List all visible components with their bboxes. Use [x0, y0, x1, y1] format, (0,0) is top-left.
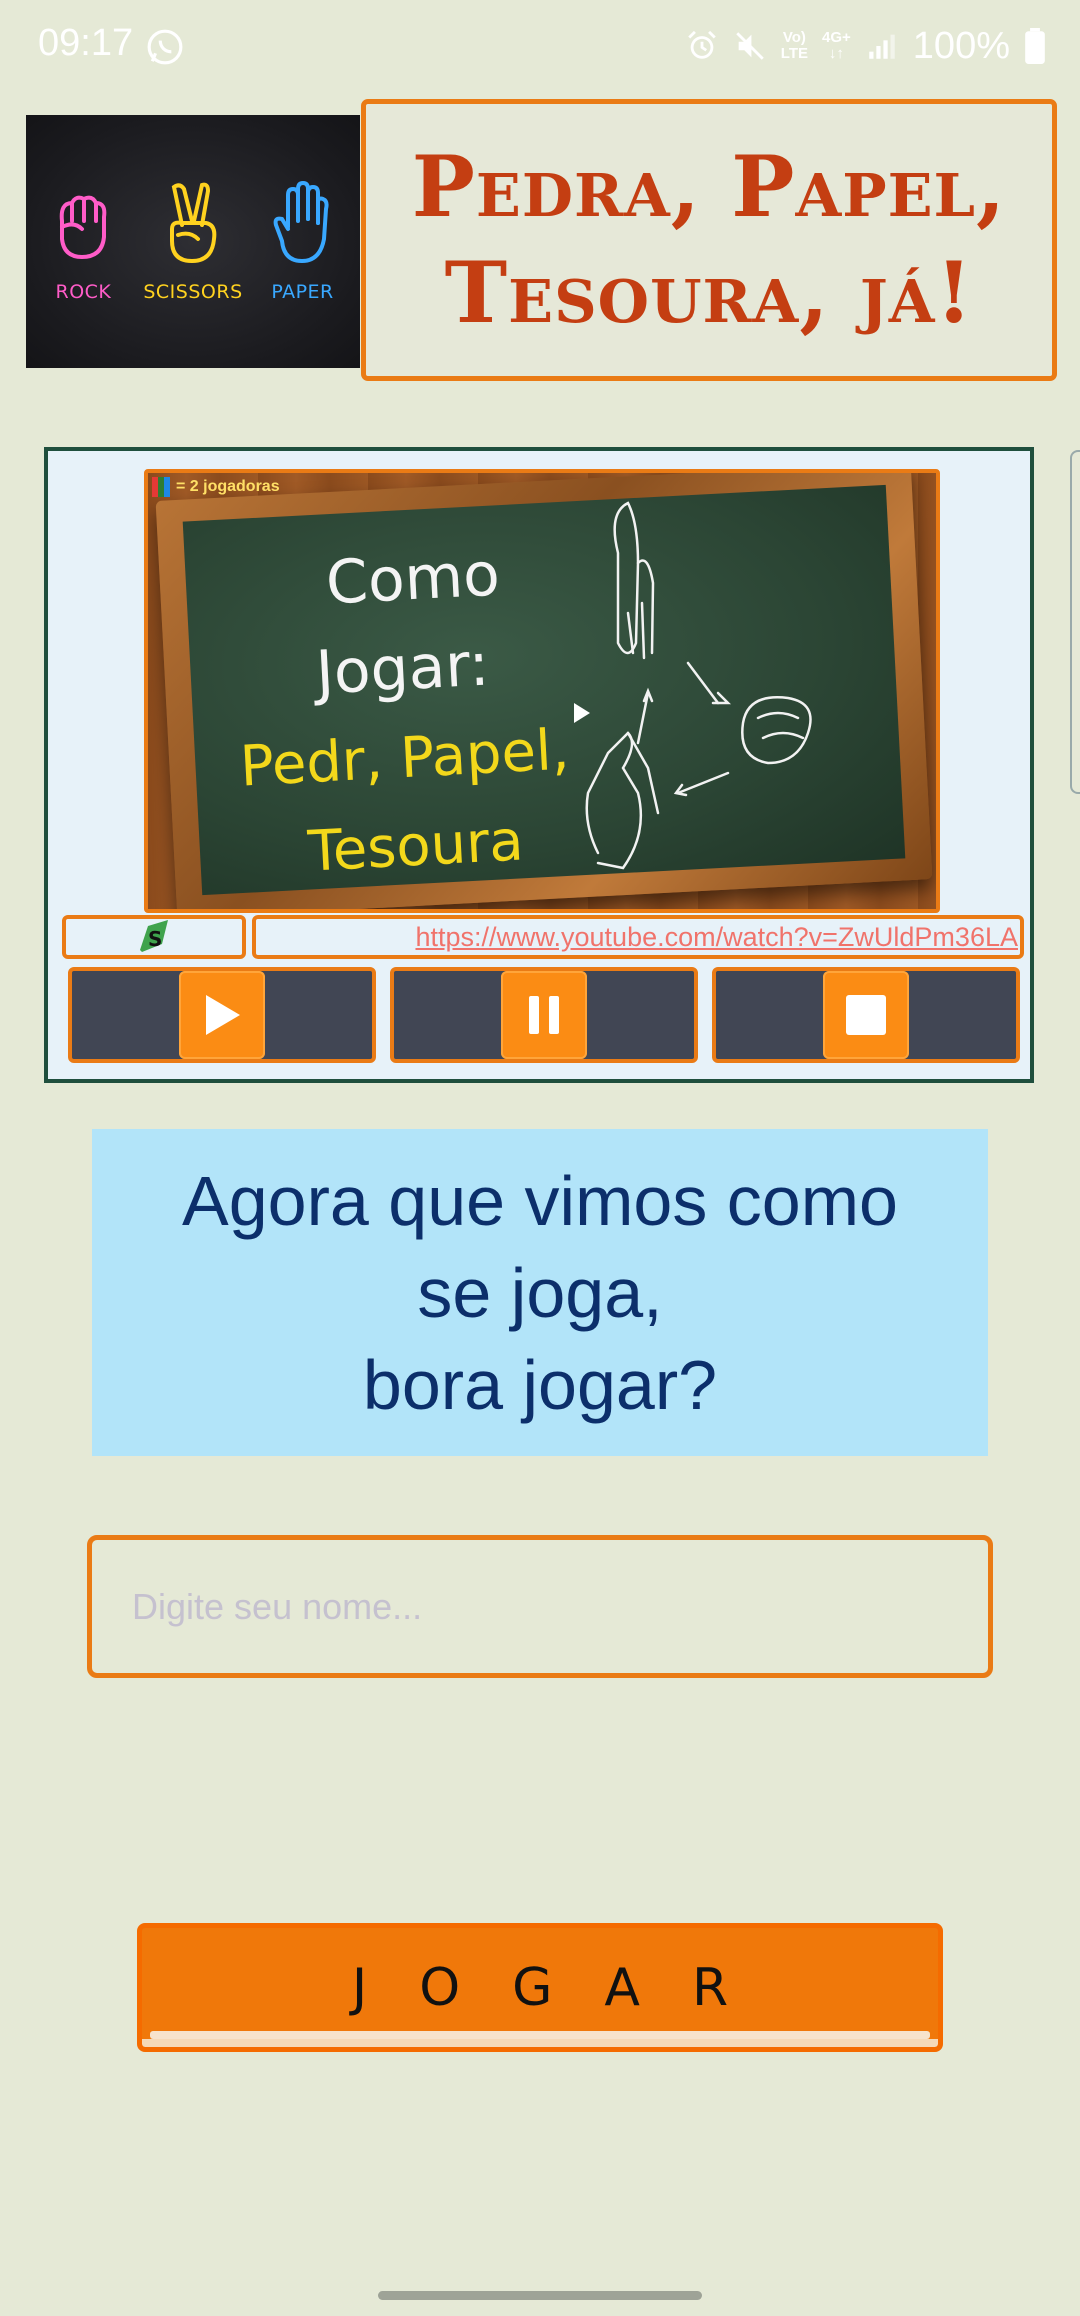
chalk-text-jogar: Jogar:: [314, 629, 491, 709]
chalk-text-tesoura: Tesoura: [306, 808, 525, 885]
prompt-text: Agora que vimos como se joga, bora jogar…: [182, 1155, 898, 1431]
s-logo-icon: S: [140, 920, 168, 952]
page-title: Pedra, Papel, Tesoura, já!: [412, 134, 1007, 346]
video-thumbnail[interactable]: = 2 jogadoras Como Jogar: Pedr, Papel, T…: [144, 469, 940, 913]
mute-icon: [736, 32, 764, 60]
players-icon: [152, 477, 170, 497]
video-url-link[interactable]: https://www.youtube.com/watch?v=ZwUldPm3…: [415, 922, 1018, 952]
video-controls: [68, 967, 1020, 1063]
svg-text:S: S: [148, 927, 162, 951]
alarm-icon: [688, 30, 716, 59]
logo-rock: ROCK: [48, 181, 118, 303]
prompt-line-1: Agora que vimos como: [182, 1161, 898, 1240]
logo-scissors: SCISSORS: [143, 181, 242, 303]
video-url-field[interactable]: https://www.youtube.com/watch?v=ZwUldPm3…: [252, 915, 1024, 959]
status-icons: Vo) LTE 4G+ ↓↑ 100%: [685, 22, 1046, 70]
players-badge-text: = 2 jogadoras: [176, 478, 280, 495]
title-line-1: Pedra, Papel,: [411, 137, 1007, 236]
prompt-line-2: se joga,: [417, 1253, 663, 1332]
prompt-box: Agora que vimos como se joga, bora jogar…: [92, 1129, 988, 1456]
peace-hand-icon: [170, 182, 217, 263]
chalk-text-como: Como: [324, 539, 502, 619]
game-logo: ROCK SCISSORS PAPER: [26, 115, 360, 368]
video-panel: = 2 jogadoras Como Jogar: Pedr, Papel, T…: [44, 447, 1034, 1083]
control-play: [68, 967, 376, 1063]
logo-paper: PAPER: [268, 180, 338, 303]
pause-icon: [529, 996, 559, 1034]
control-stop: [712, 967, 1020, 1063]
logo-label-rock: ROCK: [55, 280, 112, 303]
jogar-button[interactable]: JOGAR: [137, 1923, 943, 2052]
play-button[interactable]: [179, 971, 265, 1059]
video-url-row: S https://www.youtube.com/watch?v=ZwUldP…: [62, 915, 1024, 959]
pause-button[interactable]: [501, 971, 587, 1059]
stop-button[interactable]: [823, 971, 909, 1059]
logo-label-scissors: SCISSORS: [143, 280, 243, 303]
whatsapp-icon: [147, 29, 183, 65]
signal-icon: [869, 34, 895, 59]
stop-icon: [846, 995, 886, 1035]
button-highlight-band: [150, 2031, 930, 2039]
prompt-line-3: bora jogar?: [362, 1345, 718, 1424]
status-bar: 09:17 Vo) LTE 4G+ ↓↑ 100%: [0, 0, 1080, 96]
name-input[interactable]: [87, 1535, 993, 1678]
home-indicator[interactable]: [378, 2291, 702, 2300]
site-logo: S: [62, 915, 246, 959]
players-badge: = 2 jogadoras: [152, 477, 280, 497]
fist-icon: [60, 195, 107, 259]
battery-icon: [1025, 28, 1045, 64]
title-box: Pedra, Papel, Tesoura, já!: [361, 99, 1057, 381]
network-type: 4G+ ↓↑: [822, 29, 851, 62]
control-pause: [390, 967, 698, 1063]
open-hand-icon: [273, 180, 329, 263]
status-time: 09:17: [38, 22, 134, 64]
title-line-2: Tesoura, já!: [444, 243, 974, 342]
battery-percent: 100%: [912, 24, 1010, 67]
play-icon: [206, 995, 240, 1035]
logo-label-paper: PAPER: [271, 280, 334, 303]
jogar-button-label: JOGAR: [351, 1957, 781, 2018]
video-play-overlay-icon[interactable]: [574, 703, 590, 723]
volte-indicator: Vo) LTE: [780, 29, 809, 62]
hand-drawings-illustration: [585, 501, 812, 870]
scrollbar-hint[interactable]: [1070, 450, 1080, 794]
